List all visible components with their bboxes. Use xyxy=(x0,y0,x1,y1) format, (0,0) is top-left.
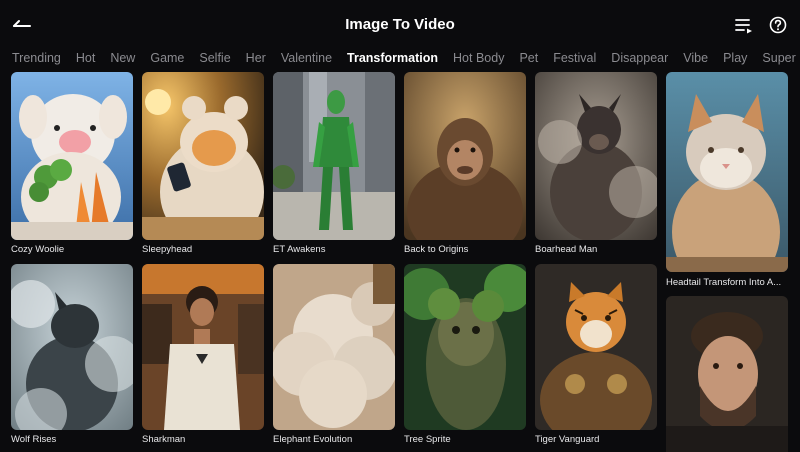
template-card[interactable]: Tiger Vanguard xyxy=(535,264,657,448)
template-card[interactable]: Boarhead Man xyxy=(535,72,657,256)
tab-transformation[interactable]: Transformation xyxy=(347,50,438,68)
tab-her[interactable]: Her xyxy=(246,50,266,68)
tab-play[interactable]: Play xyxy=(723,50,747,68)
card-thumbnail xyxy=(666,72,788,272)
template-card[interactable] xyxy=(666,296,788,452)
tab-selfie[interactable]: Selfie xyxy=(199,50,230,68)
list-icon xyxy=(735,19,752,34)
tab-vibe[interactable]: Vibe xyxy=(683,50,708,68)
template-card[interactable]: Sleepyhead xyxy=(142,72,264,256)
template-card[interactable]: Cozy Woolie xyxy=(11,72,133,256)
card-title: Cozy Woolie xyxy=(11,244,65,255)
tab-hot[interactable]: Hot xyxy=(76,50,95,68)
tab-hot-body[interactable]: Hot Body xyxy=(453,50,504,68)
help-button[interactable] xyxy=(767,14,789,36)
back-arrow-icon xyxy=(13,20,31,27)
tab-new[interactable]: New xyxy=(110,50,135,68)
template-card[interactable]: ET Awakens xyxy=(273,72,395,256)
card-title: Wolf Rises xyxy=(11,434,57,445)
card-title: Headtail Transform Into A... xyxy=(666,277,782,288)
card-title: Sleepyhead xyxy=(142,244,193,255)
tab-valentine[interactable]: Valentine xyxy=(281,50,332,68)
card-title: Tiger Vanguard xyxy=(535,434,600,445)
card-title: Tree Sprite xyxy=(404,434,451,445)
card-thumbnail xyxy=(11,264,133,430)
card-thumbnail xyxy=(535,264,657,430)
card-thumbnail xyxy=(404,72,526,240)
card-thumbnail xyxy=(666,296,788,452)
help-icon xyxy=(769,16,787,34)
template-card[interactable]: Sharkman xyxy=(142,264,264,448)
card-thumbnail xyxy=(142,72,264,240)
tab-super-hero[interactable]: Super Hero xyxy=(762,50,800,68)
template-card[interactable]: Tree Sprite xyxy=(404,264,526,448)
list-button[interactable] xyxy=(733,14,755,36)
card-title: Boarhead Man xyxy=(535,244,598,255)
tab-game[interactable]: Game xyxy=(150,50,184,68)
back-button[interactable] xyxy=(10,14,34,36)
card-thumbnail xyxy=(142,264,264,430)
tab-trending[interactable]: Trending xyxy=(12,50,61,68)
card-thumbnail xyxy=(535,72,657,240)
template-card[interactable]: Headtail Transform Into A... xyxy=(666,72,788,288)
card-title: Sharkman xyxy=(142,434,186,445)
tab-pet[interactable]: Pet xyxy=(519,50,538,68)
card-thumbnail xyxy=(11,72,133,240)
page-title: Image To Video xyxy=(345,16,455,33)
app-header: Image To Video xyxy=(0,0,800,50)
template-card[interactable]: Wolf Rises xyxy=(11,264,133,448)
card-title: Back to Origins xyxy=(404,244,469,255)
tab-disappear[interactable]: Disappear xyxy=(611,50,668,68)
card-title: Elephant Evolution xyxy=(273,434,353,445)
card-thumbnail xyxy=(404,264,526,430)
card-title: ET Awakens xyxy=(273,244,326,255)
tab-festival[interactable]: Festival xyxy=(553,50,596,68)
category-tabs: Trending Hot New Game Selfie Her Valentine Tran… xyxy=(12,50,800,68)
template-card[interactable]: Back to Origins xyxy=(404,72,526,256)
card-thumbnail xyxy=(273,264,395,430)
template-card[interactable]: Elephant Evolution xyxy=(273,264,395,448)
card-thumbnail xyxy=(273,72,395,240)
